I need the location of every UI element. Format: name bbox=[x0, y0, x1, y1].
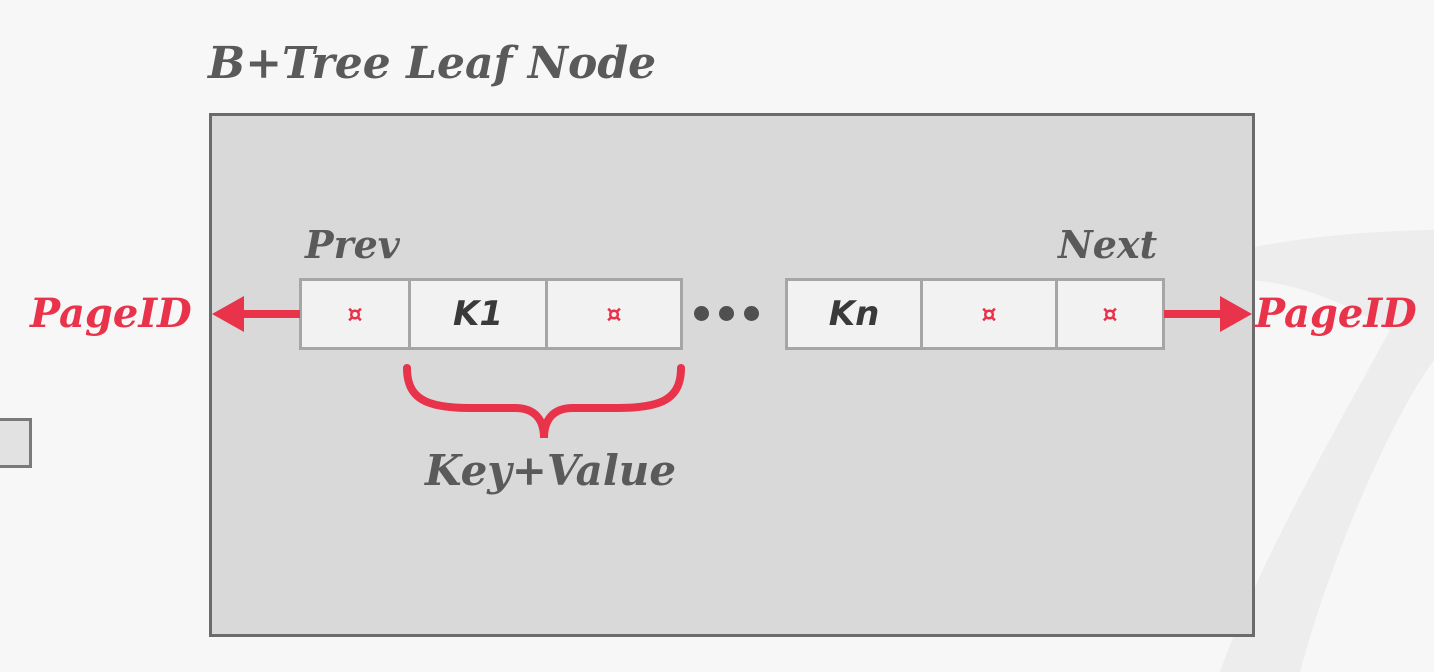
prev-page-id-label: PageID bbox=[30, 290, 192, 337]
ellipsis-dot bbox=[719, 306, 734, 321]
value-cell-1: ¤ bbox=[545, 278, 683, 350]
key-cell-k1: K1 bbox=[408, 278, 548, 350]
next-pointer-cell: ¤ bbox=[1055, 278, 1165, 350]
pointer-icon: ¤ bbox=[981, 300, 997, 328]
pointer-icon: ¤ bbox=[1102, 300, 1118, 328]
next-page-id-label: PageID bbox=[1255, 290, 1417, 337]
key-value-label: Key+Value bbox=[425, 446, 677, 495]
pointer-icon: ¤ bbox=[347, 300, 363, 328]
prev-pointer-cell: ¤ bbox=[299, 278, 411, 350]
diagram-title: B+Tree Leaf Node bbox=[208, 38, 657, 89]
key-kn-text: Kn bbox=[828, 294, 880, 334]
value-cell-n: ¤ bbox=[920, 278, 1058, 350]
ellipsis-dot bbox=[744, 306, 759, 321]
next-label: Next bbox=[1058, 222, 1158, 267]
key-cell-kn: Kn bbox=[785, 278, 923, 350]
ellipsis-dot bbox=[694, 306, 709, 321]
pointer-icon: ¤ bbox=[606, 300, 622, 328]
partial-node-box bbox=[0, 418, 32, 468]
leaf-node-box bbox=[209, 113, 1255, 637]
prev-label: Prev bbox=[305, 222, 400, 267]
key-k1-text: K1 bbox=[452, 294, 503, 334]
